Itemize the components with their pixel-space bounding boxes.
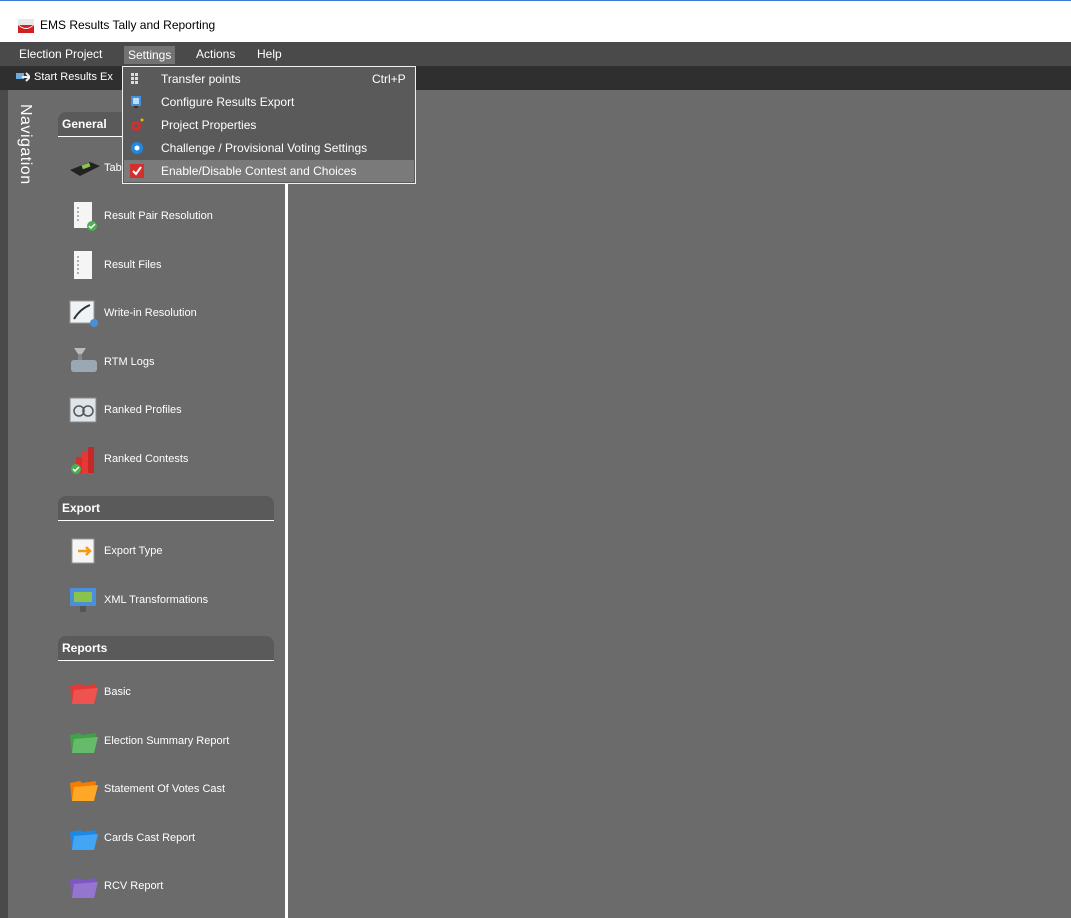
menu-label-project-properties: Project Properties xyxy=(161,118,257,132)
nav-label-rtm-logs: RTM Logs xyxy=(104,356,155,368)
window-title: EMS Results Tally and Reporting xyxy=(40,18,216,32)
menu-actions[interactable]: Actions xyxy=(193,47,238,61)
menu-label-transfer-points: Transfer points xyxy=(161,72,241,86)
title-bar: EMS Results Tally and Reporting xyxy=(0,0,1071,42)
tabulator-icon xyxy=(70,162,100,176)
nav-label-ranked-profiles: Ranked Profiles xyxy=(104,404,182,416)
nav-item-result-files[interactable]: Result Files xyxy=(68,249,268,281)
nav-label-xml-transformations: XML Transformations xyxy=(104,594,209,606)
section-title-export: Export xyxy=(62,501,101,515)
menu-item-enable-disable-contest-and-choices[interactable]: Enable/Disable Contest and Choices xyxy=(124,160,414,182)
nav-item-ranked-contests[interactable]: Ranked Contests xyxy=(68,443,268,475)
start-results-export-button[interactable]: Start Results Ex xyxy=(16,71,113,83)
nav-label-election-summary-report: Election Summary Report xyxy=(104,735,230,747)
section-title-general: General xyxy=(62,117,107,131)
result-files-icon xyxy=(74,251,92,279)
nav-label-export-type: Export Type xyxy=(104,545,163,557)
menu-item-challenge-provisional-voting-settings[interactable]: Challenge / Provisional Voting Settings xyxy=(124,137,414,159)
folder-green-icon xyxy=(70,733,98,753)
ranked-profiles-icon xyxy=(69,397,97,423)
app-logo-icon xyxy=(18,19,34,33)
navigation-label: Navigation xyxy=(17,104,34,185)
nav-label-basic: Basic xyxy=(104,686,131,698)
navigation-strip[interactable]: Navigation xyxy=(8,90,40,918)
nav-item-rcv-report[interactable]: RCV Report xyxy=(68,870,268,902)
menu-help[interactable]: Help xyxy=(254,47,285,61)
shortcut-transfer-points: Ctrl+P xyxy=(372,72,406,86)
start-results-export-label: Start Results Ex xyxy=(34,71,113,83)
menu-bar: Election Project Settings Actions Help xyxy=(0,42,1071,66)
export-arrow-icon xyxy=(16,72,30,82)
menu-settings[interactable]: Settings xyxy=(124,46,176,64)
rtm-logs-icon xyxy=(71,348,97,372)
nav-item-election-summary-report[interactable]: Election Summary Report xyxy=(68,725,268,757)
nav-item-result-pair-resolution[interactable]: Result Pair Resolution xyxy=(68,200,268,232)
nav-label-ranked-contests: Ranked Contests xyxy=(104,453,189,465)
nav-item-ranked-profiles[interactable]: Ranked Profiles xyxy=(68,394,268,426)
menu-item-project-properties[interactable]: Project Properties xyxy=(124,114,414,136)
section-title-reports: Reports xyxy=(62,641,108,655)
checkbox-icon xyxy=(130,164,144,178)
settings-dropdown-menu: Transfer points Ctrl+P Configure Results… xyxy=(122,66,416,184)
folder-orange-icon xyxy=(70,781,98,801)
transfer-points-icon xyxy=(131,73,138,84)
navigation-panel: General Tab Result Pair Resolution Resul… xyxy=(40,90,288,918)
project-properties-icon xyxy=(131,118,144,131)
export-type-icon xyxy=(71,538,95,564)
folder-purple-icon xyxy=(70,878,98,898)
folder-red-icon xyxy=(70,684,98,704)
main-content-area xyxy=(291,90,1071,918)
nav-label-write-in-resolution: Write-in Resolution xyxy=(104,307,197,319)
nav-item-xml-transformations[interactable]: XML Transformations xyxy=(68,584,268,616)
nav-item-write-in-resolution[interactable]: Write-in Resolution xyxy=(68,297,268,329)
nav-label-result-pair-resolution: Result Pair Resolution xyxy=(104,210,213,222)
menu-label-challenge-provisional-voting-settings: Challenge / Provisional Voting Settings xyxy=(161,141,368,155)
nav-item-rtm-logs[interactable]: RTM Logs xyxy=(68,346,268,378)
section-header-reports[interactable]: Reports xyxy=(58,636,274,661)
nav-item-statement-of-votes-cast[interactable]: Statement Of Votes Cast xyxy=(68,773,268,805)
folder-blue-icon xyxy=(70,830,98,850)
xml-transformations-icon xyxy=(70,588,96,612)
nav-label-statement-of-votes-cast: Statement Of Votes Cast xyxy=(104,783,226,795)
ranked-contests-icon xyxy=(71,447,94,474)
menu-label-configure-results-export: Configure Results Export xyxy=(161,95,295,109)
configure-export-icon xyxy=(131,96,141,108)
challenge-settings-icon xyxy=(131,142,143,154)
nav-item-export-type[interactable]: Export Type xyxy=(68,535,268,567)
menu-item-configure-results-export[interactable]: Configure Results Export xyxy=(124,91,414,113)
section-header-export[interactable]: Export xyxy=(58,496,274,521)
nav-label-result-files: Result Files xyxy=(104,259,162,271)
nav-item-cards-cast-report[interactable]: Cards Cast Report xyxy=(68,822,268,854)
menu-label-enable-disable-contest-and-choices: Enable/Disable Contest and Choices xyxy=(161,164,357,178)
result-pair-icon xyxy=(74,202,97,231)
menu-item-transfer-points[interactable]: Transfer points Ctrl+P xyxy=(124,68,414,90)
nav-item-basic[interactable]: Basic xyxy=(68,676,268,708)
nav-label-rcv-report: RCV Report xyxy=(104,880,164,892)
nav-label-cards-cast-report: Cards Cast Report xyxy=(104,832,196,844)
nav-label-tab: Tab xyxy=(104,162,122,174)
left-edge xyxy=(0,90,8,918)
write-in-icon xyxy=(69,300,98,327)
menu-election-project[interactable]: Election Project xyxy=(16,47,105,61)
